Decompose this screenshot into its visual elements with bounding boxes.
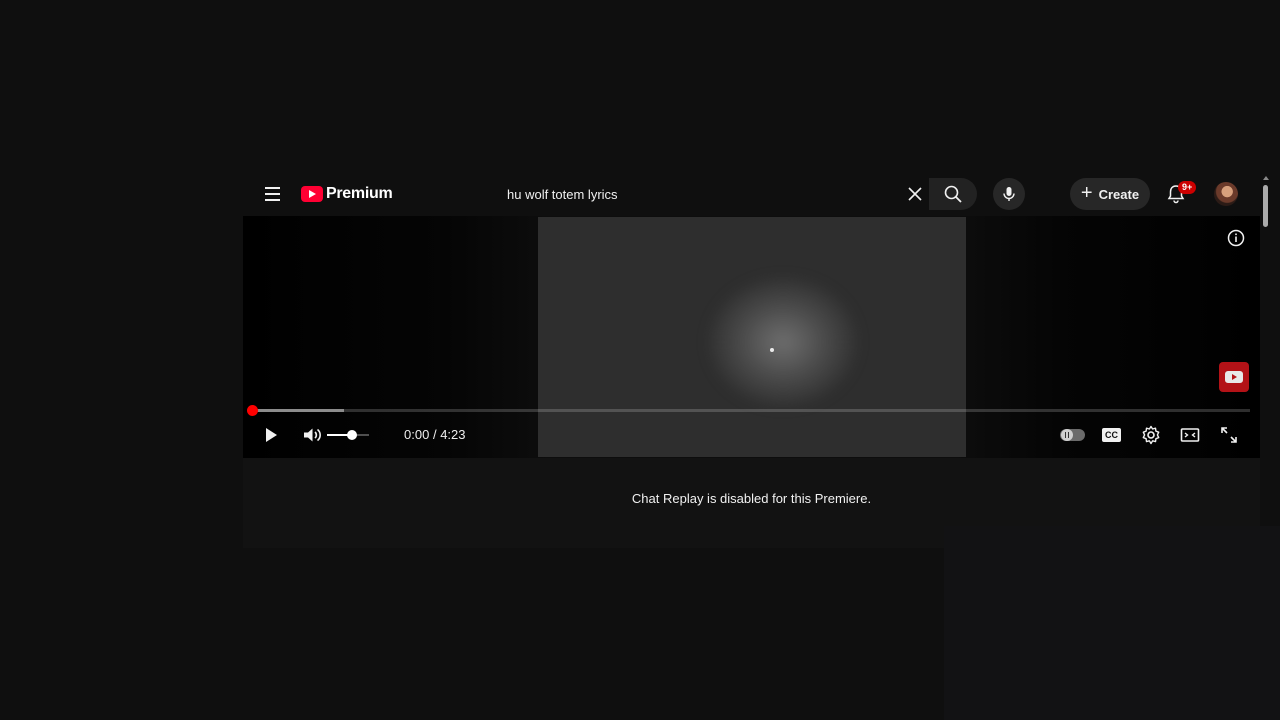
browser-window: Premium + Create <box>243 172 1272 548</box>
mouse-cursor <box>770 348 774 352</box>
avatar[interactable] <box>1214 182 1238 206</box>
time-separator: / <box>432 427 437 442</box>
fullscreen-icon[interactable] <box>1218 424 1240 446</box>
scroll-thumb[interactable] <box>1263 185 1268 227</box>
video-content <box>708 277 858 407</box>
scrollbar[interactable] <box>1260 172 1272 548</box>
scroll-up-arrow-icon[interactable] <box>1263 176 1269 180</box>
create-label: Create <box>1098 186 1140 202</box>
search-input[interactable] <box>499 182 915 206</box>
theater-mode-icon[interactable] <box>1179 424 1201 446</box>
volume-slider[interactable] <box>327 429 369 441</box>
progress-scrubber[interactable] <box>247 405 258 416</box>
logo[interactable]: Premium <box>301 184 393 204</box>
volume-knob[interactable] <box>347 430 358 440</box>
current-time: 0:00 <box>404 427 430 442</box>
pause-icon <box>1061 429 1073 441</box>
youtube-logo-icon <box>301 186 323 202</box>
search-icon <box>944 185 962 203</box>
autoplay-toggle[interactable] <box>1060 429 1085 441</box>
gear-icon[interactable] <box>1140 424 1162 446</box>
channel-watermark[interactable] <box>1219 362 1249 392</box>
background-panel <box>944 526 1280 720</box>
video-frame[interactable] <box>538 217 966 457</box>
volume-icon[interactable] <box>301 424 323 446</box>
youtube-watermark-icon <box>1225 371 1243 383</box>
create-button[interactable]: + Create <box>1070 178 1150 210</box>
menu-icon[interactable] <box>261 184 283 204</box>
search-button[interactable] <box>929 178 977 210</box>
notification-badge: 9+ <box>1178 181 1197 194</box>
microphone-icon <box>1003 187 1015 201</box>
progress-bar[interactable] <box>247 405 1250 416</box>
info-icon[interactable] <box>1227 229 1245 247</box>
close-icon[interactable] <box>905 184 925 204</box>
page: Premium + Create <box>0 0 1280 720</box>
masthead: Premium + Create <box>243 172 1260 216</box>
play-icon[interactable] <box>261 424 281 446</box>
time-display: 0:00 / 4:23 <box>404 427 466 442</box>
voice-search-button[interactable] <box>993 178 1025 210</box>
plus-icon: + <box>1080 182 1093 204</box>
duration: 4:23 <box>440 427 466 442</box>
video-player[interactable]: 0:00 / 4:23 CC <box>243 216 1260 458</box>
chat-replay-message: Chat Replay is disabled for this Premier… <box>631 491 872 506</box>
progress-buffered <box>252 409 344 412</box>
subtitles-button[interactable]: CC <box>1102 428 1121 442</box>
logo-text: Premium <box>326 185 393 202</box>
